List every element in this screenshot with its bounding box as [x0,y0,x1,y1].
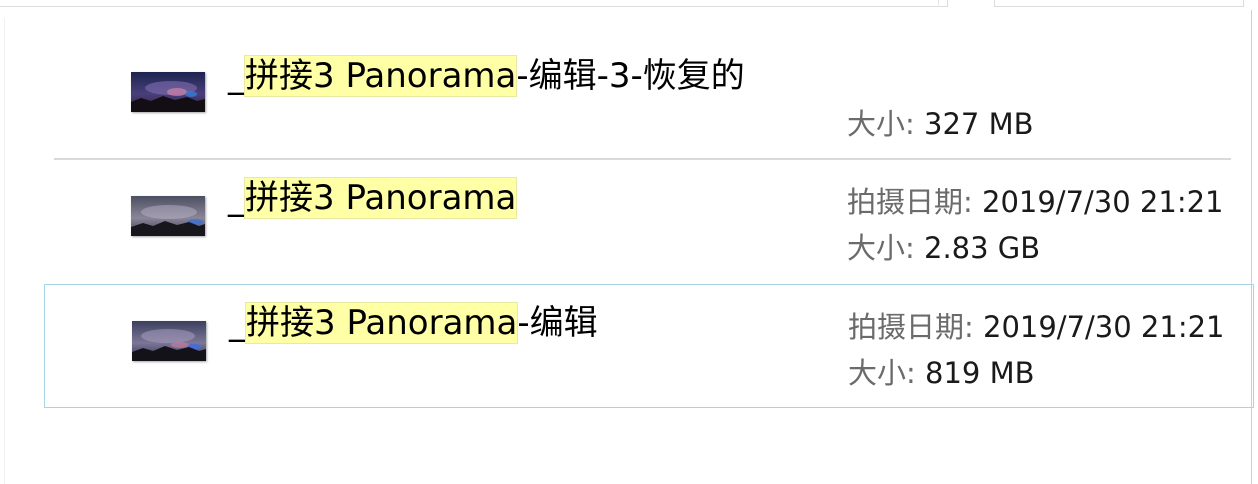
search-results-list: _拼接3 Panorama-编辑-3-恢复的 大小: 327 MB _拼接3 P… [0,0,1258,484]
date-label: 拍摄日期: [848,310,974,344]
date-value: 2019/7/30 21:21 [983,310,1225,344]
size-label: 大小: [848,356,916,390]
file-name: _拼接3 Panorama [228,173,518,223]
file-size: 大小: 819 MB [848,351,1035,395]
size-value: 327 MB [924,107,1034,141]
panorama-thumbnail-icon [131,72,205,112]
search-match-highlight: 拼接3 Panorama [243,55,518,97]
size-value: 2.83 GB [924,231,1041,265]
size-label: 大小: [847,231,915,265]
file-name: _拼接3 Panorama-编辑-3-恢复的 [228,51,745,101]
size-value: 819 MB [925,356,1035,390]
file-size: 大小: 327 MB [847,102,1034,146]
date-label: 拍摄日期: [847,185,973,219]
file-name: _拼接3 Panorama-编辑 [229,298,598,348]
file-result-item[interactable]: _拼接3 Panorama 拍摄日期: 2019/7/30 21:21 大小: … [44,160,1254,284]
panorama-thumbnail-icon [132,321,206,361]
file-result-item-selected[interactable]: _拼接3 Panorama-编辑 拍摄日期: 2019/7/30 21:21 大… [44,284,1254,408]
file-result-item[interactable]: _拼接3 Panorama-编辑-3-恢复的 大小: 327 MB [44,36,1254,160]
file-name-prefix: _ [228,178,245,218]
capture-date: 拍摄日期: 2019/7/30 21:21 [847,180,1224,224]
file-name-suffix: -编辑 [517,303,598,343]
file-size: 大小: 2.83 GB [847,226,1040,270]
size-label: 大小: [847,107,915,141]
file-name-prefix: _ [229,303,246,343]
date-value: 2019/7/30 21:21 [982,185,1224,219]
panorama-thumbnail-icon [131,196,205,236]
file-name-suffix: -编辑-3-恢复的 [516,56,745,96]
capture-date: 拍摄日期: 2019/7/30 21:21 [848,305,1225,349]
search-match-highlight: 拼接3 Panorama [243,177,518,219]
search-match-highlight: 拼接3 Panorama [244,302,519,344]
file-name-prefix: _ [228,56,245,96]
